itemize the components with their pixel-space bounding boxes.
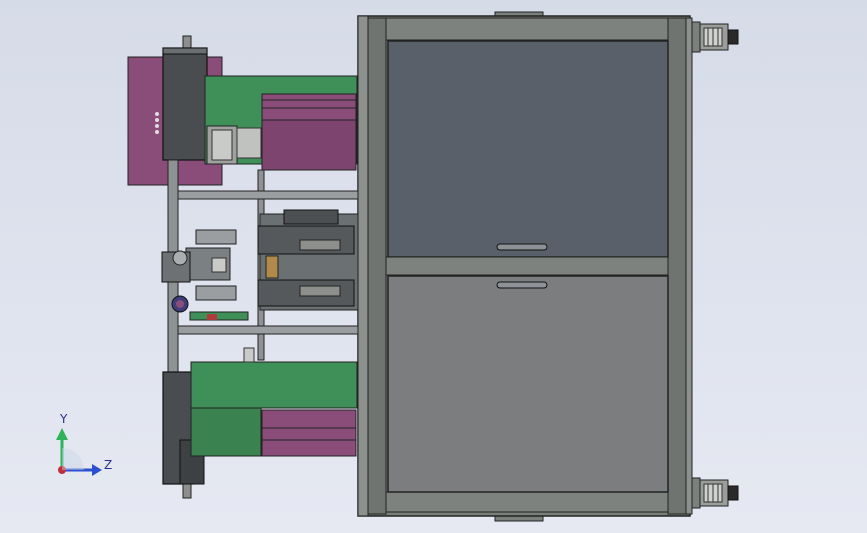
- mechanism: [127, 35, 359, 499]
- caster-top: [691, 21, 739, 53]
- cad-viewport[interactable]: [0, 0, 867, 533]
- upper-door-handle: [496, 243, 548, 251]
- cabinet: [357, 11, 693, 522]
- axis-triad: [56, 428, 102, 476]
- lower-door-handle: [496, 281, 548, 289]
- axis-y-label: Y: [60, 412, 68, 426]
- caster-bottom: [691, 477, 739, 509]
- axis-z-label: Z: [104, 458, 113, 472]
